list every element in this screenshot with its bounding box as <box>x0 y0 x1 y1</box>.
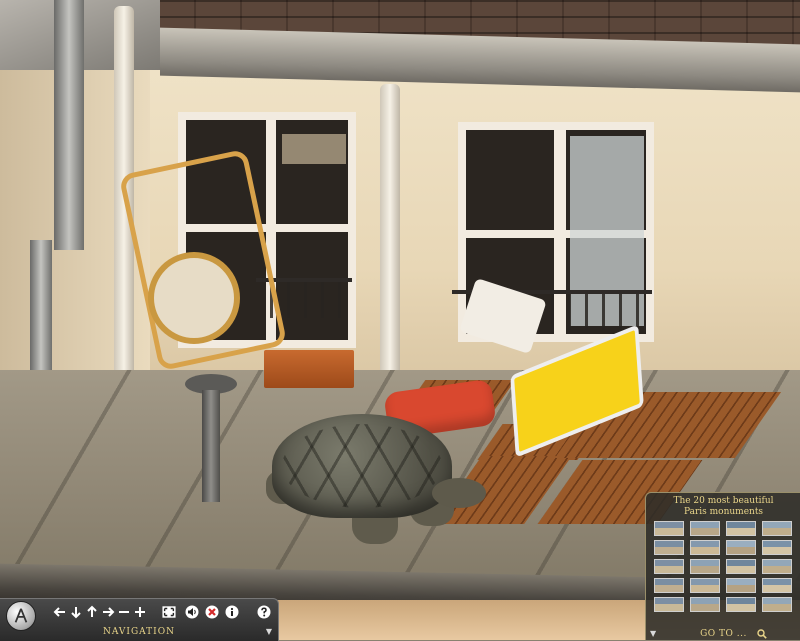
info-icon <box>225 605 239 619</box>
goto-button[interactable]: GO TO ... <box>646 628 800 640</box>
hotspots-toggle-button[interactable] <box>204 604 220 620</box>
info-button[interactable] <box>224 604 240 620</box>
monument-thumbnail-19[interactable] <box>726 597 756 612</box>
monuments-title-line1: The 20 most beautiful <box>673 496 774 506</box>
plus-icon <box>135 607 145 617</box>
monument-thumbnail-15[interactable] <box>726 578 756 593</box>
monument-thumbnail-3[interactable] <box>726 521 756 536</box>
tortoise-head <box>432 478 486 508</box>
monument-thumbnail-9[interactable] <box>654 559 684 574</box>
minus-icon <box>119 611 129 613</box>
arrow-up-icon <box>87 605 97 617</box>
help-button[interactable] <box>256 604 272 620</box>
zoom-out-button[interactable] <box>116 604 132 620</box>
navigation-bar: NAVIGATION ▼ <box>0 598 279 641</box>
monument-thumbnail-8[interactable] <box>762 540 792 555</box>
sound-button[interactable] <box>184 604 200 620</box>
monument-thumbnail-11[interactable] <box>726 559 756 574</box>
navigation-label: NAVIGATION <box>103 627 175 637</box>
monument-thumbnail-14[interactable] <box>690 578 720 593</box>
drain-pipe-center <box>380 84 400 384</box>
fullscreen-icon <box>162 606 176 618</box>
cancel-circle-icon <box>205 605 219 619</box>
fullscreen-button[interactable] <box>160 604 178 620</box>
monument-thumbnail-2[interactable] <box>690 521 720 536</box>
monument-thumbnail-12[interactable] <box>762 559 792 574</box>
monument-thumbnail-17[interactable] <box>654 597 684 612</box>
monument-thumbnail-7[interactable] <box>726 540 756 555</box>
monument-thumbnail-20[interactable] <box>762 597 792 612</box>
help-icon <box>257 605 271 619</box>
pan-left-button[interactable] <box>52 604 68 620</box>
pan-right-button[interactable] <box>100 604 116 620</box>
chimney-flue <box>54 0 84 250</box>
monuments-thumbnail-grid <box>654 521 794 612</box>
monuments-footer: ▼ GO TO ... <box>646 627 800 641</box>
pan-down-button[interactable] <box>68 604 84 620</box>
zoom-in-button[interactable] <box>132 604 148 620</box>
pan-up-button[interactable] <box>84 604 100 620</box>
monuments-title: The 20 most beautiful Paris monuments <box>646 496 800 518</box>
speaker-icon <box>185 605 199 619</box>
monument-thumbnail-13[interactable] <box>654 578 684 593</box>
arrow-left-icon <box>53 607 65 617</box>
chevron-down-icon: ▼ <box>265 627 272 636</box>
tortoise <box>272 414 452 518</box>
roof-vent <box>202 390 220 502</box>
monument-thumbnail-6[interactable] <box>690 540 720 555</box>
monument-thumbnail-18[interactable] <box>690 597 720 612</box>
monuments-panel: The 20 most beautiful Paris monuments ▼ … <box>645 492 800 640</box>
monument-thumbnail-1[interactable] <box>654 521 684 536</box>
monument-thumbnail-4[interactable] <box>762 521 792 536</box>
search-icon[interactable] <box>757 629 767 639</box>
wicker-seat <box>148 252 240 344</box>
monument-thumbnail-16[interactable] <box>762 578 792 593</box>
monument-thumbnail-5[interactable] <box>654 540 684 555</box>
arrow-right-icon <box>103 607 115 617</box>
monuments-title-line2: Paris monuments <box>683 507 764 517</box>
collapse-navigation-button[interactable]: ▼ <box>266 627 272 637</box>
planter-box <box>264 350 354 388</box>
arrow-down-icon <box>71 607 81 619</box>
monument-thumbnail-10[interactable] <box>690 559 720 574</box>
